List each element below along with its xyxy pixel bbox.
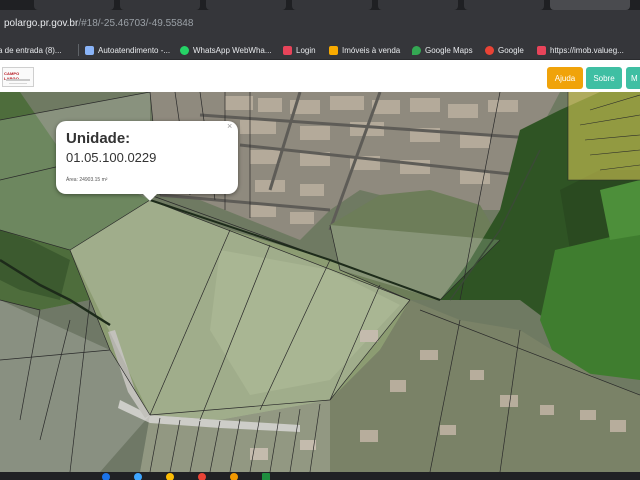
campo-largo-logo[interactable]: CAMPO LARGO (2, 67, 34, 87)
browser-tab[interactable] (120, 0, 200, 10)
app-header: CAMPO LARGO (0, 60, 640, 92)
address-url[interactable]: polargo.pr.gov.br/#18/-25.46703/-49.5584… (4, 18, 193, 29)
popup-close-icon[interactable]: × (227, 121, 232, 131)
bookmark-google[interactable]: Google (485, 44, 524, 56)
browser-tab[interactable] (292, 0, 372, 10)
taskbar (0, 472, 640, 480)
menu-button[interactable]: M (626, 67, 640, 89)
bookmark-inbox[interactable]: a de entrada (8)... (0, 44, 62, 56)
browser-tab[interactable] (378, 0, 458, 10)
taskbar-app-icon[interactable] (102, 473, 110, 480)
about-button[interactable]: Sobre (586, 67, 622, 89)
bookmark-imob-valueg[interactable]: https://imob.valueg... (537, 44, 624, 56)
tab-strip (0, 0, 640, 10)
taskbar-app-icon[interactable] (166, 473, 174, 480)
whatsapp-icon (180, 45, 189, 55)
bookmark-imoveis[interactable]: Imóveis à venda (329, 44, 400, 56)
bookmarks-bar: a de entrada (8)... Autoatendimento -...… (0, 40, 640, 60)
taskbar-app-icon[interactable] (198, 473, 206, 480)
browser-tab[interactable] (206, 0, 286, 10)
bookmark-google-maps[interactable]: Google Maps (412, 44, 473, 56)
k-logo-icon (537, 45, 546, 55)
help-button[interactable]: Ajuda (547, 67, 583, 89)
bookmark-login[interactable]: Login (283, 44, 316, 56)
k-logo-icon (283, 45, 292, 55)
bookmark-autoatendimento[interactable]: Autoatendimento -... (78, 44, 170, 56)
popup-pointer (142, 193, 158, 201)
taskbar-app-icon[interactable] (262, 473, 270, 480)
browser-tab[interactable] (464, 0, 544, 10)
browser-tab-active[interactable] (550, 0, 630, 10)
popup-title: Unidade: (66, 130, 131, 147)
taskbar-app-icon[interactable] (230, 473, 238, 480)
house-icon (329, 45, 338, 55)
browser-tab[interactable] (34, 0, 114, 10)
parcel-code: 01.05.100.0229 (66, 150, 157, 165)
google-icon (485, 45, 494, 55)
bookmark-separator (78, 44, 79, 56)
map-pin-icon (412, 45, 421, 55)
taskbar-app-icon[interactable] (134, 473, 142, 480)
bookmark-whatsapp[interactable]: WhatsApp WebWha... (180, 44, 272, 56)
parcel-area: Área: 24903.15 m² (66, 177, 108, 183)
page-icon (85, 45, 94, 55)
address-bar[interactable]: polargo.pr.gov.br/#18/-25.46703/-49.5584… (0, 10, 640, 40)
